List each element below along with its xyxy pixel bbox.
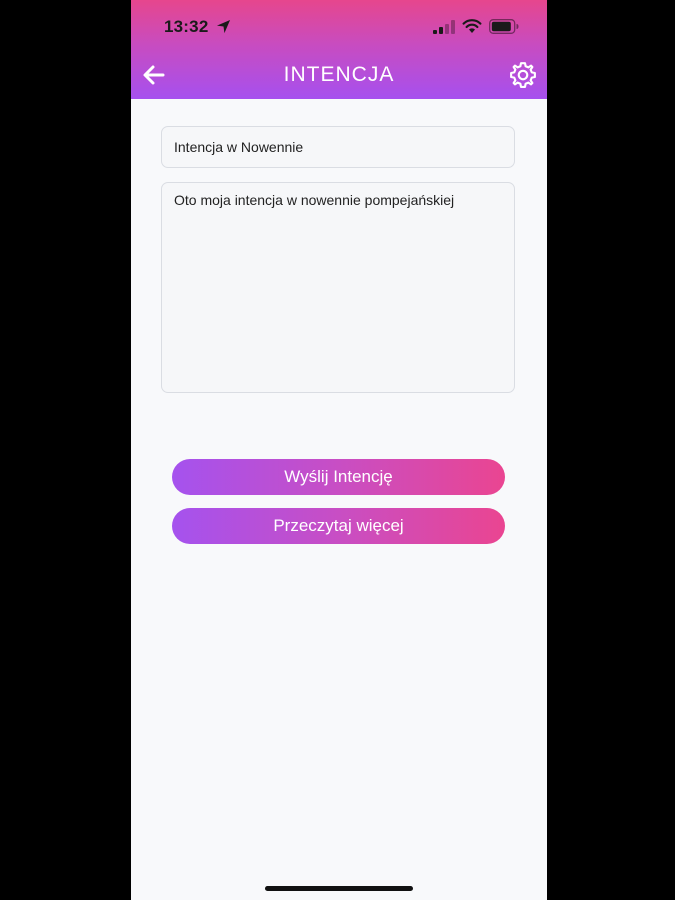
wifi-icon — [462, 19, 482, 33]
status-time: 13:32 — [164, 17, 209, 36]
home-indicator — [265, 886, 413, 891]
app-screen: 13:32 INTENCJA Oto moja inte — [131, 0, 547, 900]
intention-title-input[interactable] — [161, 126, 515, 168]
send-intention-button[interactable]: Wyślij Intencję — [172, 459, 505, 495]
location-arrow-icon — [216, 19, 231, 34]
cellular-signal-icon — [433, 20, 455, 34]
intention-text-area[interactable]: Oto moja intencja w nowennie pompejański… — [161, 182, 515, 393]
header-bar: 13:32 INTENCJA — [131, 0, 547, 99]
gear-icon[interactable] — [508, 60, 538, 90]
battery-icon — [489, 19, 519, 34]
read-more-button[interactable]: Przeczytaj więcej — [172, 508, 505, 544]
page-title: INTENCJA — [283, 63, 395, 86]
